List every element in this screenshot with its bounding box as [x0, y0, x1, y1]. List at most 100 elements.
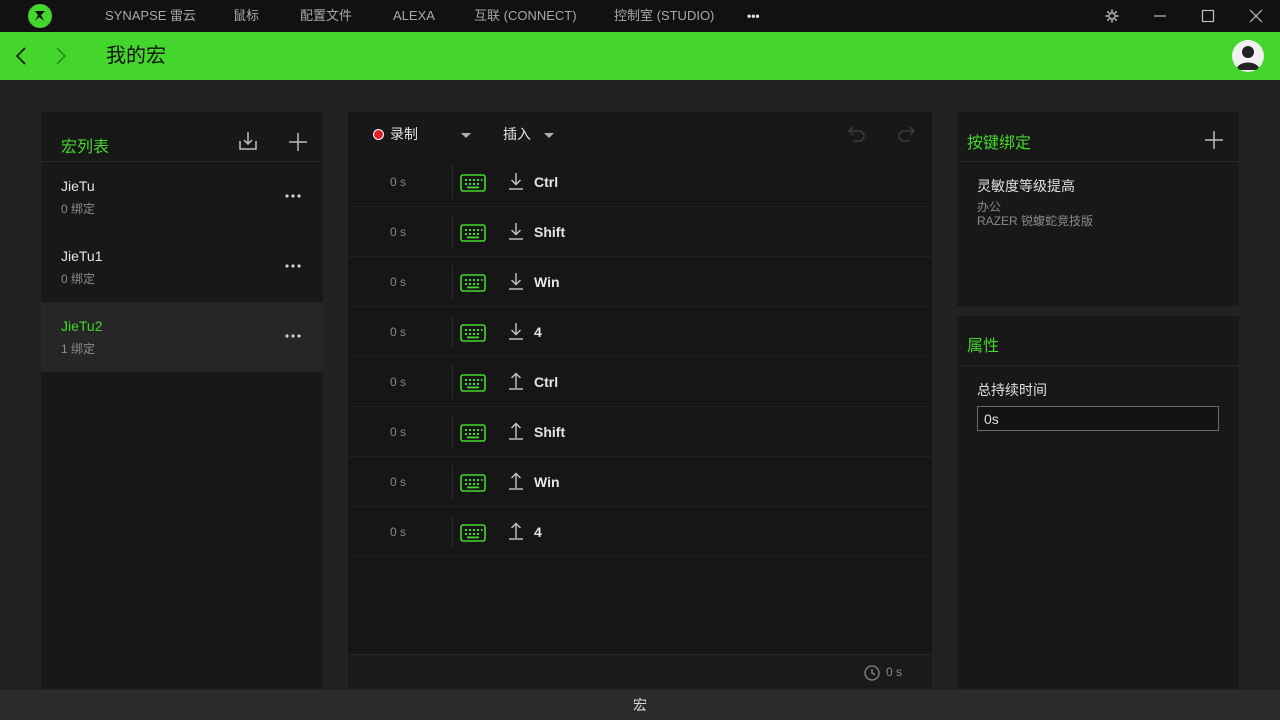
properties-panel: 属性 总持续时间	[957, 316, 1239, 689]
more-options-icon[interactable]	[283, 186, 303, 206]
user-avatar-icon[interactable]	[1232, 40, 1264, 72]
binding-device: RAZER 锐蝮蛇竞技版	[977, 214, 1094, 228]
binding-function-name[interactable]: 灵敏度等级提高	[977, 176, 1075, 196]
event-key: Shift	[534, 424, 566, 440]
event-key: Shift	[534, 224, 566, 240]
macro-event-list: 0 s Ctrl 0 s Shift 0 s Win 0 s 4 0 s Ctrl 0 s Shift…	[348, 157, 932, 557]
import-icon[interactable]	[237, 130, 259, 152]
nav-more-button[interactable]: •••	[747, 0, 760, 32]
key-binding-title: 按键绑定	[967, 135, 1032, 152]
minimize-icon[interactable]	[1140, 0, 1180, 32]
event-key: 4	[534, 524, 542, 540]
macro-list-item-jietu1[interactable]: JieTu1 0 绑定	[41, 232, 323, 302]
nav-mouse[interactable]: 鼠标	[233, 0, 259, 32]
macro-event-row[interactable]: 0 s 4	[348, 507, 932, 557]
app-window: SYNAPSE 雷云 鼠标 配置文件 ALEXA 互联 (CONNECT) 控制…	[0, 0, 1280, 720]
nav-studio[interactable]: 控制室 (STUDIO)	[614, 0, 714, 32]
macro-list-item-jietu2[interactable]: JieTu2 1 绑定	[41, 302, 323, 372]
key-up-arrow-icon	[508, 471, 524, 496]
settings-gear-icon[interactable]	[1092, 0, 1132, 32]
add-binding-icon[interactable]	[1203, 129, 1225, 151]
event-delay: 0 s	[390, 325, 407, 339]
divider	[452, 165, 453, 199]
event-delay: 0 s	[390, 375, 407, 389]
event-key: Win	[534, 274, 560, 290]
macro-name: JieTu	[61, 178, 95, 194]
macro-list-panel: 宏列表 JieTu 0 绑定 JieTu1 0 绑定 JieTu2 1 绑定	[41, 112, 323, 689]
keyboard-icon	[460, 524, 486, 547]
event-key: Win	[534, 474, 560, 490]
divider	[957, 365, 1239, 366]
macro-event-row[interactable]: 0 s Shift	[348, 407, 932, 457]
keyboard-icon	[460, 224, 486, 247]
redo-icon[interactable]	[895, 122, 919, 146]
divider	[452, 515, 453, 549]
close-icon[interactable]	[1236, 0, 1276, 32]
event-key: 4	[534, 324, 542, 340]
nav-synapse[interactable]: SYNAPSE 雷云	[105, 0, 196, 32]
insert-dropdown-caret-icon[interactable]	[544, 133, 554, 138]
macro-event-row[interactable]: 0 s 4	[348, 307, 932, 357]
clock-icon	[864, 665, 880, 681]
forward-arrow-icon[interactable]	[48, 44, 72, 68]
total-duration-input[interactable]	[977, 406, 1219, 431]
macro-bind-count: 1 绑定	[61, 342, 96, 356]
event-delay: 0 s	[390, 525, 407, 539]
divider	[452, 315, 453, 349]
macro-event-row[interactable]: 0 s Win	[348, 257, 932, 307]
tab-macro[interactable]: 宏	[633, 697, 647, 713]
razer-logo-icon[interactable]	[28, 4, 52, 28]
maximize-icon[interactable]	[1188, 0, 1228, 32]
page-title: 我的宏	[106, 45, 166, 67]
key-binding-panel: 按键绑定 灵敏度等级提高 办公 RAZER 锐蝮蛇竞技版	[957, 112, 1239, 306]
record-button[interactable]: 录制	[390, 112, 418, 156]
total-duration-label: 总持续时间	[977, 382, 1047, 398]
editor-footer: 0 s	[348, 654, 932, 689]
key-down-arrow-icon	[508, 171, 524, 196]
back-arrow-icon[interactable]	[10, 44, 34, 68]
macro-event-row[interactable]: 0 s Ctrl	[348, 157, 932, 207]
macro-bind-count: 0 绑定	[61, 202, 96, 216]
macro-event-row[interactable]: 0 s Ctrl	[348, 357, 932, 407]
record-dropdown-caret-icon[interactable]	[461, 133, 471, 138]
macro-name: JieTu1	[61, 248, 103, 264]
divider	[957, 161, 1239, 162]
macro-list-item-jietu[interactable]: JieTu 0 绑定	[41, 162, 323, 232]
keyboard-icon	[460, 424, 486, 447]
more-options-icon[interactable]	[283, 256, 303, 276]
key-down-arrow-icon	[508, 321, 524, 346]
divider	[452, 265, 453, 299]
divider	[452, 415, 453, 449]
top-nav-bar: SYNAPSE 雷云 鼠标 配置文件 ALEXA 互联 (CONNECT) 控制…	[0, 0, 1280, 32]
more-options-icon[interactable]	[283, 326, 303, 346]
keyboard-icon	[460, 474, 486, 497]
nav-connect[interactable]: 互联 (CONNECT)	[474, 0, 577, 32]
editor-toolbar: 录制 插入	[348, 112, 932, 156]
event-key: Ctrl	[534, 374, 559, 390]
undo-icon[interactable]	[844, 122, 868, 146]
macro-name: JieTu2	[61, 318, 103, 334]
event-delay: 0 s	[390, 225, 407, 239]
keyboard-icon	[460, 174, 486, 197]
total-time-label: 0 s	[886, 665, 903, 679]
insert-button[interactable]: 插入	[503, 112, 531, 156]
add-macro-icon[interactable]	[287, 131, 309, 153]
key-up-arrow-icon	[508, 371, 524, 396]
nav-alexa[interactable]: ALEXA	[393, 0, 435, 32]
event-key: Ctrl	[534, 174, 559, 190]
event-delay: 0 s	[390, 175, 407, 189]
keyboard-icon	[460, 374, 486, 397]
macro-event-row[interactable]: 0 s Win	[348, 457, 932, 507]
nav-profiles[interactable]: 配置文件	[300, 0, 352, 32]
event-delay: 0 s	[390, 275, 407, 289]
divider	[452, 365, 453, 399]
event-delay: 0 s	[390, 425, 407, 439]
divider	[452, 465, 453, 499]
bottom-tab-bar: 宏	[0, 690, 1280, 720]
key-down-arrow-icon	[508, 271, 524, 296]
keyboard-icon	[460, 324, 486, 347]
event-delay: 0 s	[390, 475, 407, 489]
macro-editor-panel: 录制 插入 0 s Ctrl 0 s Shift 0 s Win 0 s40 s Ctrl 0 …	[348, 112, 932, 689]
macro-event-row[interactable]: 0 s Shift	[348, 207, 932, 257]
macro-bind-count: 0 绑定	[61, 272, 96, 286]
